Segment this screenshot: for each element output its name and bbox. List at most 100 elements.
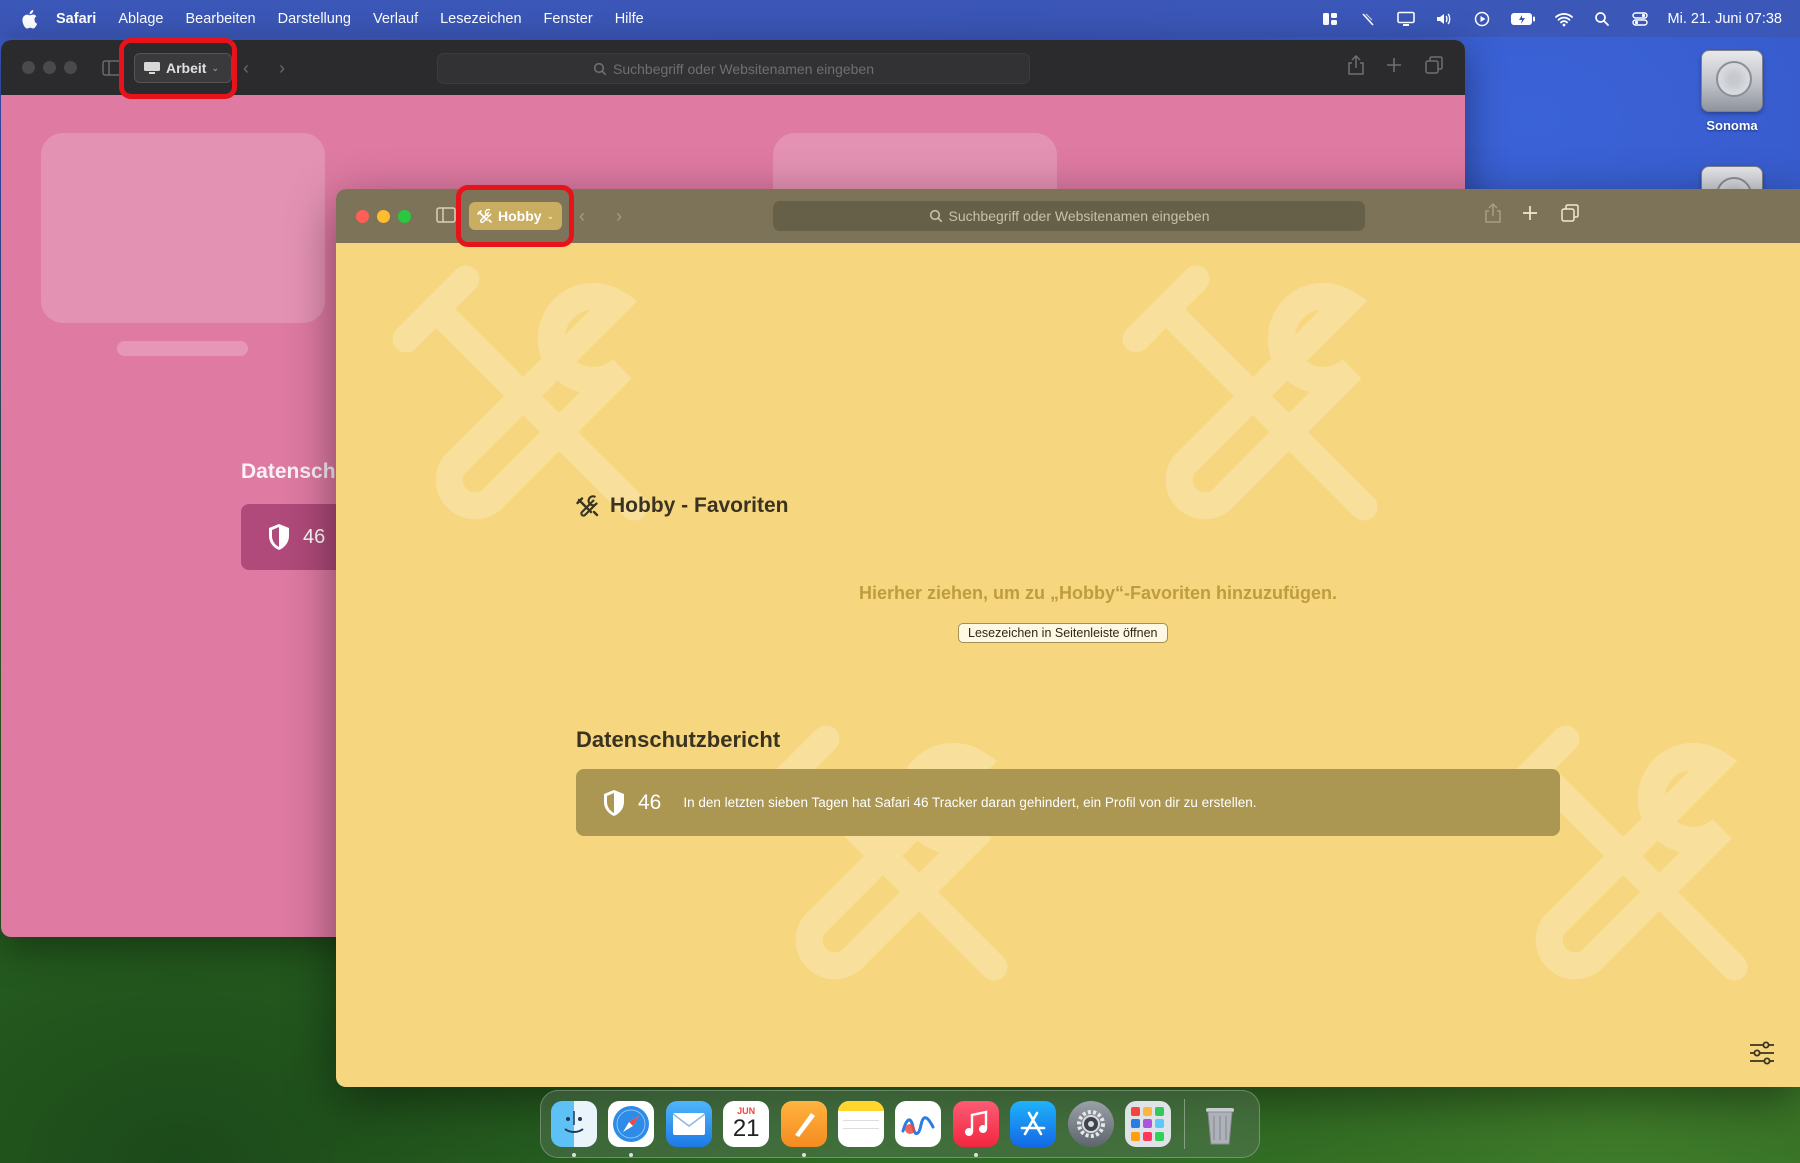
dock-safari[interactable] <box>608 1101 655 1157</box>
favorites-drop-hint: Hierher ziehen, um zu „Hobby“-Favoriten … <box>858 583 1338 603</box>
calendar-day: 21 <box>732 1115 760 1142</box>
running-indicator <box>801 1153 806 1157</box>
apple-menu-icon[interactable] <box>20 9 38 29</box>
address-placeholder: Suchbegriff oder Websitenamen eingeben <box>613 60 874 77</box>
share-icon[interactable] <box>1348 55 1364 75</box>
battery-icon[interactable] <box>1510 10 1536 28</box>
menu-darstellung[interactable]: Darstellung <box>278 11 351 27</box>
zoom-button[interactable] <box>398 210 411 223</box>
dock-trash[interactable] <box>1197 1101 1243 1147</box>
share-icon[interactable] <box>1485 203 1501 223</box>
desktop-disk-label: Sonoma <box>1706 118 1758 133</box>
control-center-icon[interactable] <box>1630 10 1650 28</box>
menu-bar: Safari Ablage Bearbeiten Darstellung Ver… <box>0 0 1800 37</box>
tools-watermark-icon <box>752 725 1008 981</box>
grid-tile-icon <box>1143 1131 1153 1141</box>
running-indicator <box>973 1153 978 1157</box>
grid-tile-icon <box>1143 1107 1153 1117</box>
search-icon <box>593 62 607 75</box>
minimize-button[interactable] <box>43 61 56 74</box>
minimize-button[interactable] <box>377 210 390 223</box>
tab-overview-icon[interactable] <box>1425 56 1443 74</box>
spotlight-search-icon[interactable] <box>1592 10 1612 28</box>
dock-separator <box>1184 1099 1186 1149</box>
dock-mail[interactable] <box>665 1101 712 1147</box>
pencil-slash-icon[interactable] <box>1358 10 1378 28</box>
open-bookmarks-sidebar-button[interactable]: Lesezeichen in Seitenleiste öffnen <box>958 623 1168 643</box>
forward-arrow-icon[interactable]: › <box>616 206 622 227</box>
tab-overview-icon[interactable] <box>1561 204 1579 222</box>
desktop-disk-sonoma[interactable]: Sonoma <box>1687 50 1777 133</box>
address-bar[interactable]: Suchbegriff oder Websitenamen eingeben <box>773 201 1365 231</box>
forward-arrow-icon[interactable]: › <box>279 58 285 79</box>
highlight-ring-hobby <box>456 185 574 247</box>
hard-drive-icon <box>1701 50 1763 112</box>
safari-window-hobby: Hobby ⌄ ‹ › Suchbegriff oder Websitename… <box>336 189 1800 1087</box>
stage-manager-icon[interactable] <box>1320 10 1340 28</box>
dock-finder[interactable] <box>551 1101 597 1157</box>
wifi-icon[interactable] <box>1554 10 1574 28</box>
grid-tile-icon <box>1155 1131 1165 1141</box>
dock-notes[interactable] <box>837 1101 884 1147</box>
privacy-heading: Datensch <box>241 460 336 483</box>
favorites-heading: Hobby - Favoriten <box>576 494 789 518</box>
gear-icon <box>1076 1110 1105 1138</box>
menu-hilfe[interactable]: Hilfe <box>615 11 644 27</box>
tools-icon <box>576 495 599 517</box>
running-indicator <box>629 1153 634 1157</box>
notes-lines-icon <box>842 1120 879 1121</box>
zoom-button[interactable] <box>64 61 77 74</box>
close-button[interactable] <box>22 61 35 74</box>
volume-icon[interactable] <box>1434 10 1454 28</box>
tools-watermark-icon <box>1492 725 1748 981</box>
start-page-settings-icon[interactable] <box>1748 1041 1776 1065</box>
shield-icon <box>604 789 624 816</box>
app-store-icon <box>1020 1111 1046 1136</box>
tracker-count: 46 <box>303 525 326 548</box>
notes-lines-icon <box>842 1128 879 1129</box>
menu-clock[interactable]: Mi. 21. Juni 07:38 <box>1668 11 1782 27</box>
window-controls <box>356 210 419 223</box>
dock-freeform[interactable] <box>895 1101 942 1147</box>
dock-launchpad[interactable] <box>1124 1101 1171 1147</box>
address-bar[interactable]: Suchbegriff oder Websitenamen eingeben <box>437 53 1030 84</box>
grid-tile-icon <box>1131 1107 1141 1117</box>
sidebar-toggle-icon[interactable] <box>436 207 456 223</box>
grid-tile-icon <box>1143 1119 1153 1129</box>
tools-watermark-icon <box>1122 265 1378 521</box>
now-playing-icon[interactable] <box>1472 10 1492 28</box>
search-icon <box>929 209 942 223</box>
dock-calendar[interactable]: JUN 21 <box>723 1101 770 1147</box>
new-tab-icon[interactable] <box>1386 57 1402 73</box>
favorite-tile-placeholder <box>41 133 325 323</box>
menu-ablage[interactable]: Ablage <box>118 11 163 27</box>
favorites-title: Hobby - Favoriten <box>610 494 789 517</box>
menu-lesezeichen[interactable]: Lesezeichen <box>440 11 521 27</box>
privacy-heading: Datenschutzbericht <box>576 727 781 752</box>
new-tab-icon[interactable] <box>1522 205 1538 221</box>
grid-tile-icon <box>1155 1119 1165 1129</box>
freeform-squiggle-icon <box>901 1116 935 1135</box>
close-button[interactable] <box>356 210 369 223</box>
dock-app-store[interactable] <box>1010 1101 1057 1147</box>
favorite-label-placeholder <box>117 341 248 356</box>
dock-pages[interactable] <box>780 1101 827 1157</box>
grid-tile-icon <box>1155 1107 1165 1117</box>
back-arrow-icon[interactable]: ‹ <box>579 206 585 227</box>
menu-app-name[interactable]: Safari <box>56 11 96 27</box>
grid-tile-icon <box>1131 1131 1141 1141</box>
shield-icon <box>269 524 289 550</box>
display-icon[interactable] <box>1396 10 1416 28</box>
back-arrow-icon[interactable]: ‹ <box>243 58 249 79</box>
menu-verlauf[interactable]: Verlauf <box>373 11 418 27</box>
privacy-report-card[interactable]: 46 In den letzten sieben Tagen hat Safar… <box>576 769 1560 836</box>
envelope-icon <box>672 1113 706 1135</box>
dock-music[interactable] <box>952 1101 999 1157</box>
dock-system-settings[interactable] <box>1067 1101 1114 1147</box>
menu-bearbeiten[interactable]: Bearbeiten <box>185 11 255 27</box>
tracker-count: 46 <box>638 790 662 814</box>
privacy-description: In den letzten sieben Tagen hat Safari 4… <box>683 795 1257 810</box>
pencil-icon <box>794 1113 815 1137</box>
trash-icon <box>1206 1108 1235 1145</box>
menu-fenster[interactable]: Fenster <box>544 11 593 27</box>
